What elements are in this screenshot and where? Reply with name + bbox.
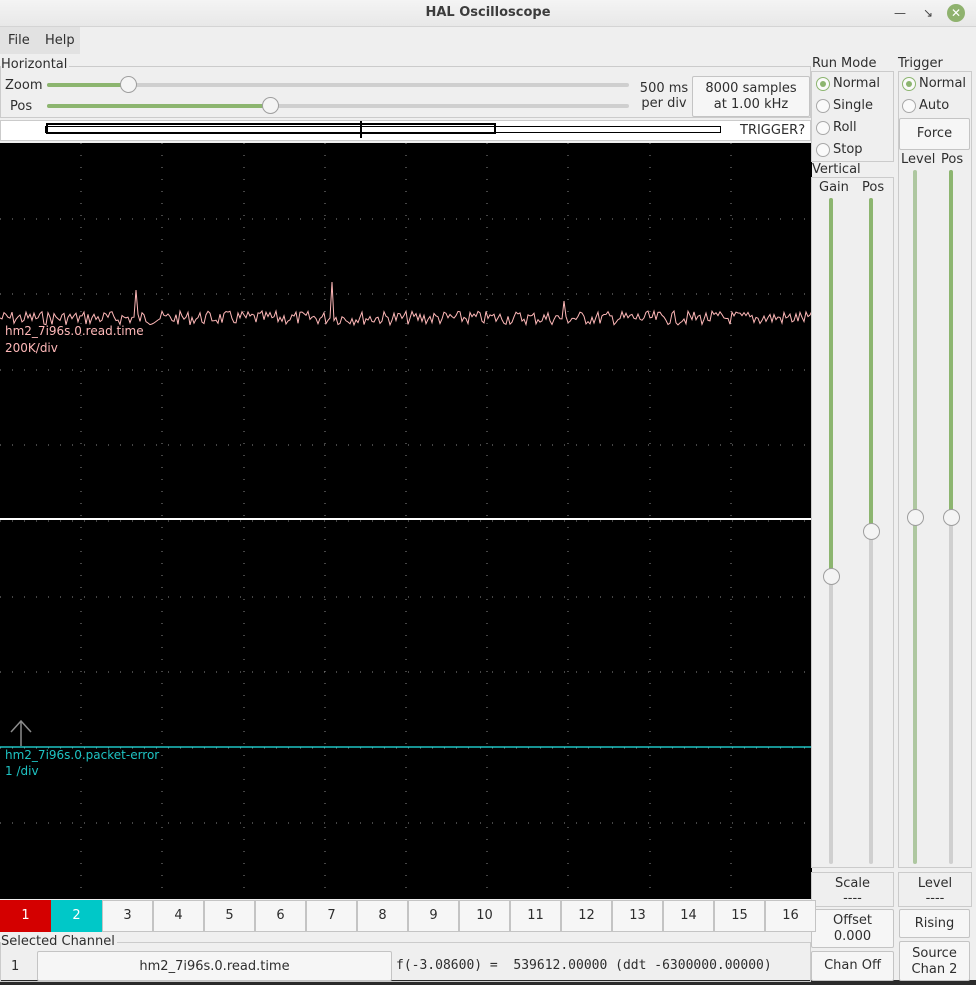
- channel-button-5[interactable]: 5: [204, 900, 255, 932]
- trigger-pos-slider-handle[interactable]: [943, 509, 960, 526]
- trigger-mode-radio-auto[interactable]: [902, 99, 916, 113]
- channel-button-13[interactable]: 13: [612, 900, 663, 932]
- vertical-pos-slider[interactable]: [863, 198, 880, 864]
- trigger-position-marker: [360, 121, 362, 138]
- run-mode-option-label[interactable]: Stop: [833, 142, 863, 157]
- trigger-mode-option-label[interactable]: Normal: [919, 76, 966, 91]
- minimize-icon[interactable]: —: [889, 3, 911, 23]
- scale-label: Scale: [835, 876, 870, 891]
- channel-button-3[interactable]: 3: [102, 900, 153, 932]
- scope-grid: [0, 143, 812, 899]
- trace-read-time: [0, 281, 812, 327]
- record-position-strip[interactable]: TRIGGER?: [0, 120, 811, 141]
- scope-display[interactable]: hm2_7i96s.0.read.time 200K/div hm2_7i96s…: [0, 143, 812, 899]
- window-title: HAL Oscilloscope: [425, 5, 551, 20]
- gain-slider-handle[interactable]: [823, 568, 840, 585]
- trigger-source-value: Chan 2: [911, 962, 958, 977]
- trace-1-name: hm2_7i96s.0.read.time: [5, 324, 144, 338]
- time-per-div-unit: per div: [641, 96, 687, 111]
- trigger-arrow-icon: [10, 719, 32, 746]
- trigger-level-readout: Level ----: [898, 872, 972, 907]
- trigger-edge-button[interactable]: Rising: [899, 909, 970, 938]
- zoom-slider[interactable]: [47, 76, 629, 93]
- channel-button-2[interactable]: 2: [51, 900, 102, 932]
- horizontal-pos-slider-handle[interactable]: [262, 97, 279, 114]
- sample-rate: at 1.00 kHz: [713, 97, 789, 112]
- run-mode-option-label[interactable]: Normal: [833, 76, 880, 91]
- channel-button-15[interactable]: 15: [714, 900, 765, 932]
- display-window[interactable]: [46, 123, 496, 134]
- trigger-level-slider-label: Level: [901, 152, 936, 167]
- samples-button[interactable]: 8000 samples at 1.00 kHz: [692, 76, 810, 117]
- run-mode-option-label[interactable]: Roll: [833, 120, 857, 135]
- menu-file[interactable]: File: [8, 33, 30, 48]
- selected-channel-label: Selected Channel: [1, 934, 117, 949]
- menu-help[interactable]: Help: [45, 33, 75, 48]
- trigger-label: Trigger: [898, 56, 943, 71]
- channel-button-7[interactable]: 7: [306, 900, 357, 932]
- time-per-div-readout: 500 ms per div: [637, 81, 691, 111]
- run-mode-radio-normal[interactable]: [816, 77, 830, 91]
- channel-button-8[interactable]: 8: [357, 900, 408, 932]
- vertical-pos-slider-label: Pos: [862, 180, 885, 195]
- run-mode-radio-roll[interactable]: [816, 121, 830, 135]
- trigger-status: TRIGGER?: [740, 123, 806, 138]
- run-mode-radio-single[interactable]: [816, 99, 830, 113]
- run-mode-option-label[interactable]: Single: [833, 98, 873, 113]
- force-button[interactable]: Force: [899, 118, 970, 150]
- title-bar: HAL Oscilloscope — ↘ ✕: [0, 0, 976, 27]
- selected-channel-number: 1: [11, 959, 20, 974]
- channel-button-10[interactable]: 10: [459, 900, 510, 932]
- trigger-pos-slider[interactable]: [943, 170, 960, 864]
- trigger-level-value: ----: [925, 891, 945, 906]
- restore-icon[interactable]: ↘: [917, 3, 939, 23]
- trigger-level-slider-handle[interactable]: [907, 509, 924, 526]
- trigger-level-slider[interactable]: [907, 170, 924, 864]
- trace-1-scale: 200K/div: [5, 341, 58, 355]
- scope-canvas: [0, 143, 812, 899]
- offset-button[interactable]: Offset 0.000: [811, 909, 894, 948]
- channel-button-11[interactable]: 11: [510, 900, 561, 932]
- offset-value: 0.000: [833, 929, 872, 944]
- trigger-mode-option-label[interactable]: Auto: [919, 98, 949, 113]
- gain-slider-label: Gain: [819, 180, 849, 195]
- horizontal-pos-slider[interactable]: [47, 97, 629, 114]
- channel-button-6[interactable]: 6: [255, 900, 306, 932]
- zoom-label: Zoom: [5, 78, 43, 93]
- cursor-readout: f(-3.08600) = 539612.00000 (ddt -6300000…: [396, 958, 772, 973]
- vertical-pos-slider-handle[interactable]: [863, 523, 880, 540]
- samples-count: 8000 samples: [705, 81, 797, 96]
- channel-button-4[interactable]: 4: [153, 900, 204, 932]
- horizontal-group-label: Horizontal: [1, 57, 70, 72]
- channel-button-9[interactable]: 9: [408, 900, 459, 932]
- vertical-label: Vertical: [812, 162, 861, 177]
- channel-button-12[interactable]: 12: [561, 900, 612, 932]
- channel-button-16[interactable]: 16: [765, 900, 816, 932]
- scale-readout: Scale ----: [811, 872, 894, 907]
- trace-2-name: hm2_7i96s.0.packet-error: [5, 748, 160, 762]
- chan-off-button[interactable]: Chan Off: [811, 951, 894, 981]
- trigger-pos-slider-label: Pos: [941, 152, 964, 167]
- oscilloscope-window: HAL Oscilloscope — ↘ ✕ File Help Horizon…: [0, 0, 976, 982]
- trigger-mode-radio-normal[interactable]: [902, 77, 916, 91]
- menu-items: File Help: [0, 27, 80, 54]
- run-mode-radio-stop[interactable]: [816, 143, 830, 157]
- trace-2-scale: 1 /div: [5, 764, 39, 778]
- offset-label: Offset: [832, 913, 873, 928]
- pos-label: Pos: [10, 99, 33, 114]
- channel-button-14[interactable]: 14: [663, 900, 714, 932]
- channel-button-1[interactable]: 1: [0, 900, 51, 932]
- trigger-level-title: Level: [917, 876, 953, 891]
- trigger-source-label: Source: [912, 946, 957, 961]
- close-icon[interactable]: ✕: [947, 4, 965, 22]
- trigger-source-button[interactable]: Source Chan 2: [899, 941, 970, 981]
- selected-channel-name-button[interactable]: hm2_7i96s.0.read.time: [37, 951, 392, 981]
- menu-bar: File Help: [0, 27, 976, 54]
- time-per-div-value: 500 ms: [639, 81, 689, 96]
- zoom-slider-handle[interactable]: [120, 76, 137, 93]
- run-mode-label: Run Mode: [812, 56, 877, 71]
- gain-slider[interactable]: [823, 198, 840, 864]
- scale-value: ----: [843, 891, 862, 906]
